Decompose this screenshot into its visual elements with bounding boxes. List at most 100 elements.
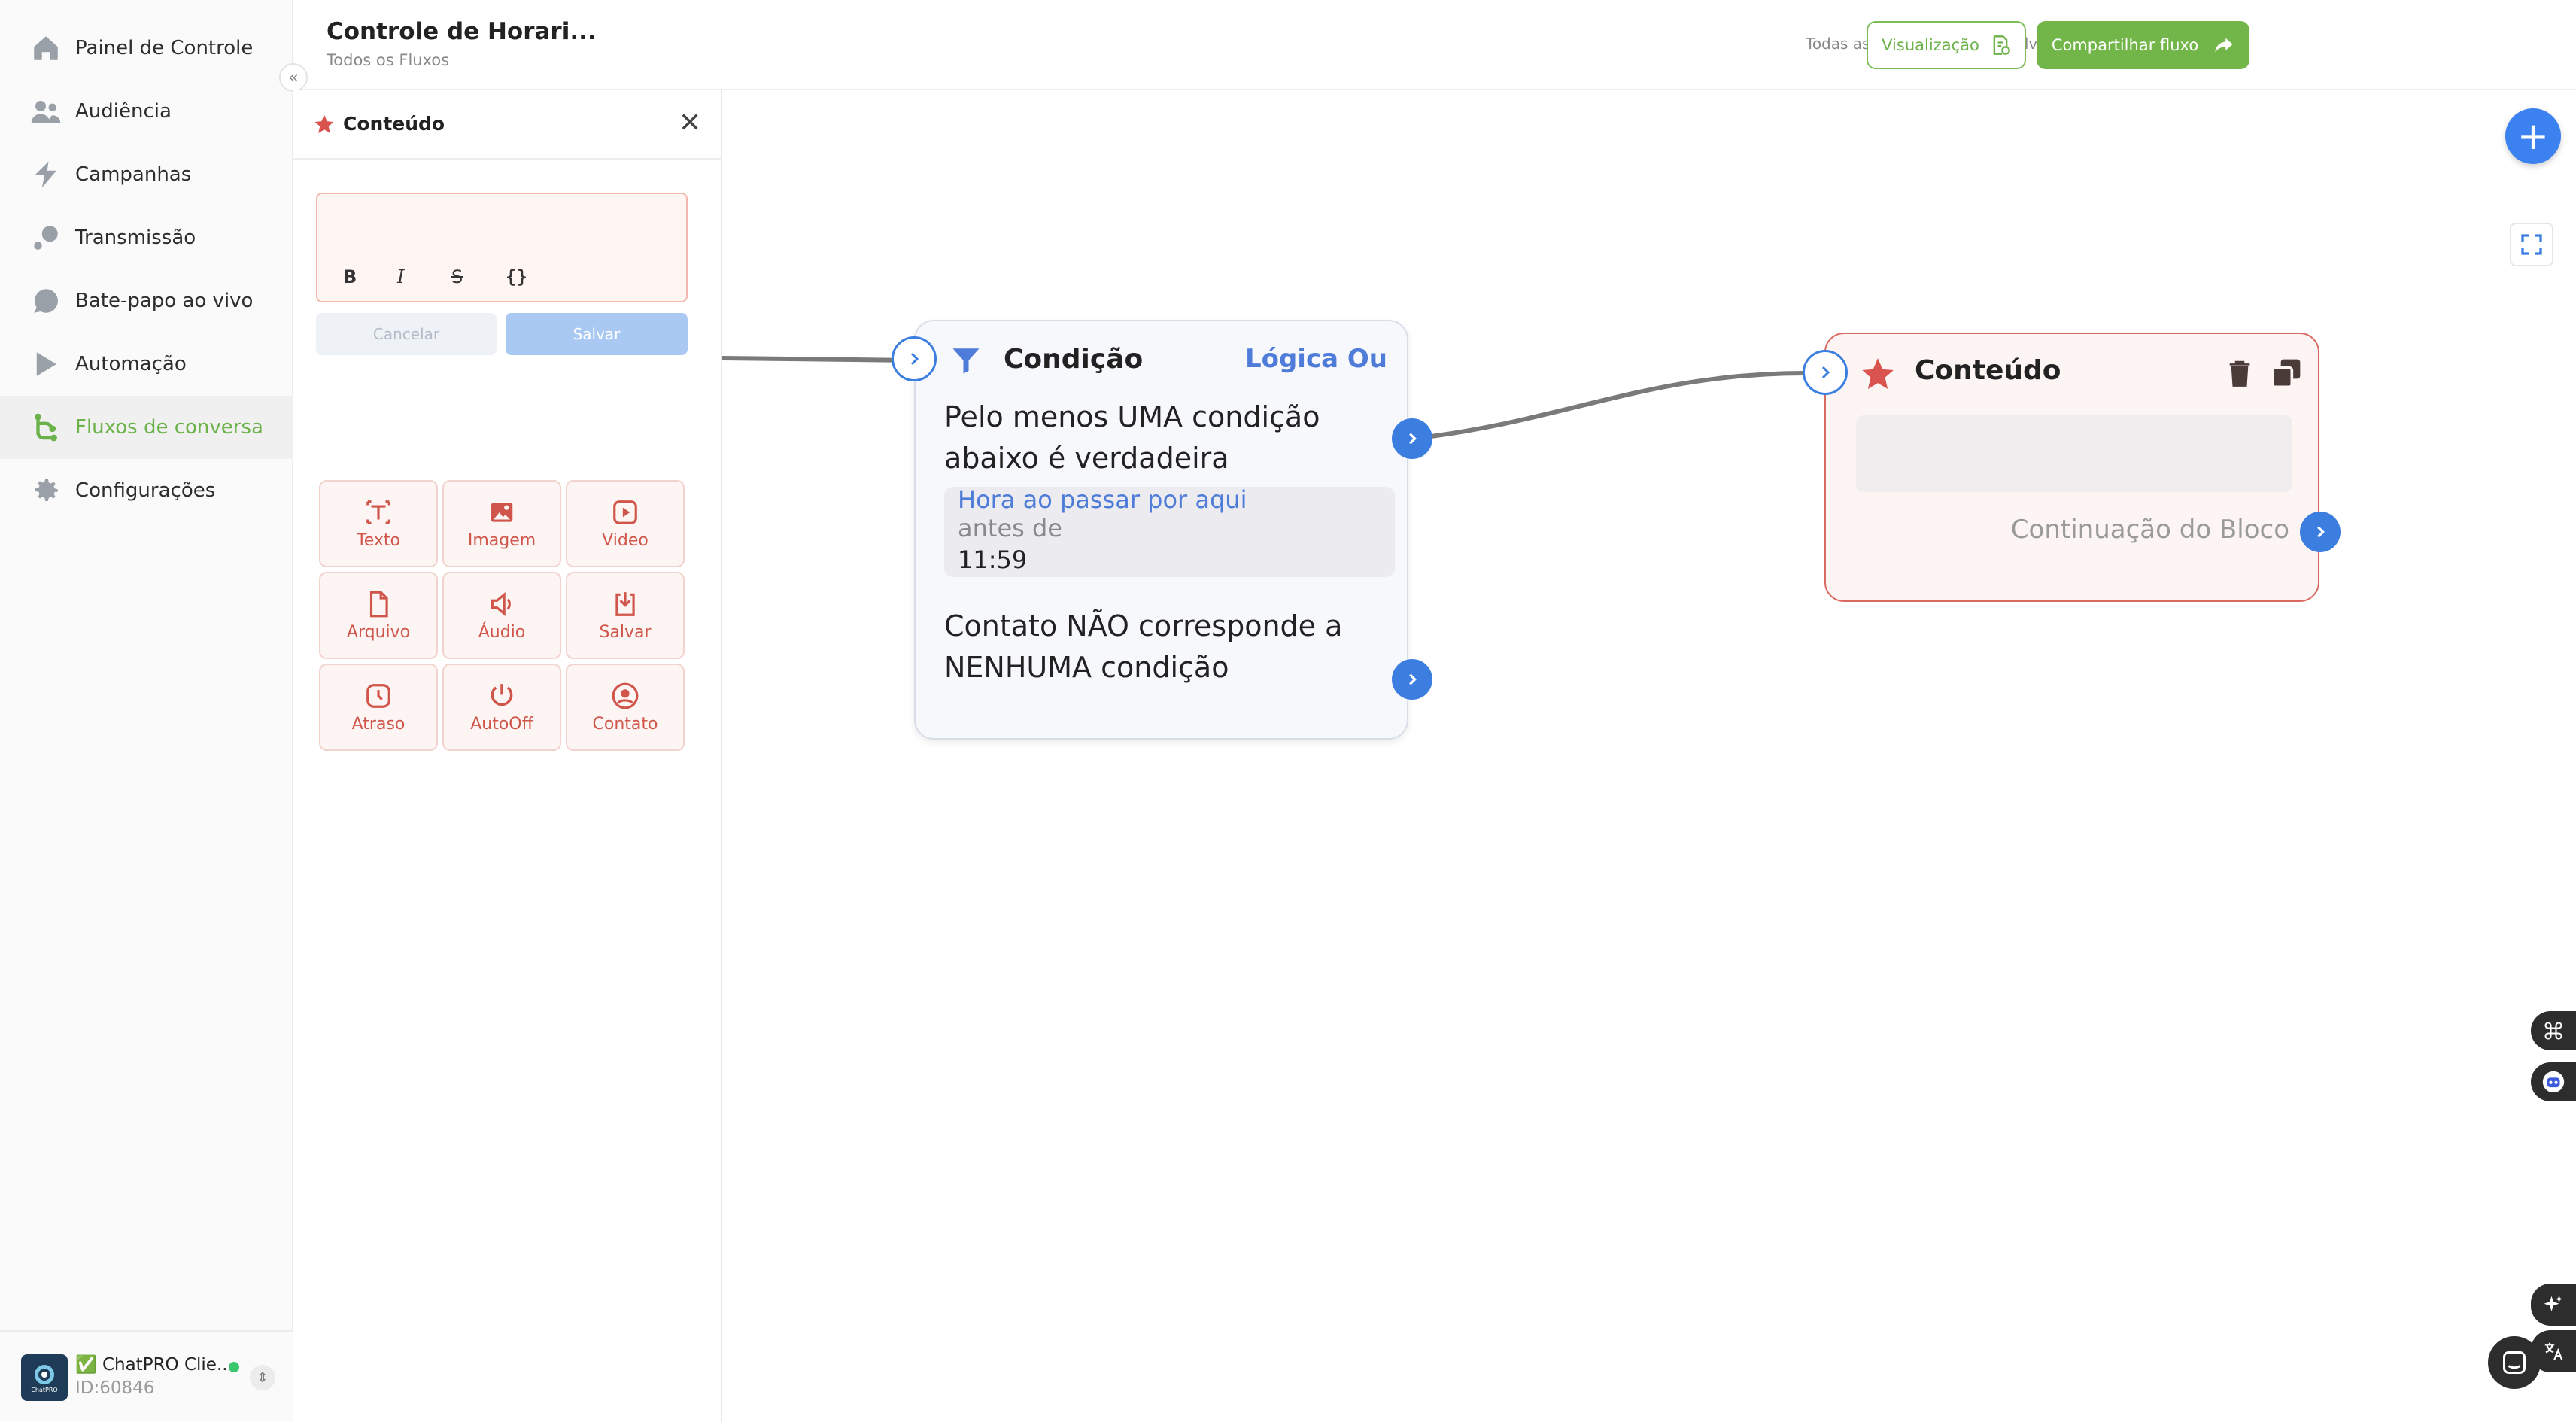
condition-rule-text: Pelo menos UMA condição abaixo é verdade… xyxy=(944,400,1320,475)
condition-value: 11:59 xyxy=(958,545,1028,574)
sidebar-item-label: Fluxos de conversa xyxy=(75,416,263,439)
condition-operator: antes de xyxy=(958,514,1062,542)
italic-button[interactable]: I xyxy=(397,266,404,287)
variable-button[interactable]: {} xyxy=(506,266,527,287)
duplicate-icon[interactable] xyxy=(2270,357,2303,390)
content-input-port[interactable] xyxy=(1803,350,1848,395)
translate-icon xyxy=(2544,1342,2563,1360)
share-flow-button[interactable]: Compartilhar fluxo xyxy=(2037,21,2249,69)
collapse-sidebar-button[interactable]: « xyxy=(279,63,308,92)
account-name: ✅ ChatPRO Clie... xyxy=(75,1355,233,1375)
star-icon xyxy=(1862,358,1894,389)
flow-icon xyxy=(35,413,57,442)
sidebar: Painel de Controle Audiência Campanhas T… xyxy=(0,0,293,1422)
condition-node[interactable]: Condição Lógica Ou Pelo menos UMA condiç… xyxy=(914,320,1408,740)
sidebar-item-dashboard[interactable]: Painel de Controle xyxy=(0,17,293,80)
condition-else-output-port[interactable] xyxy=(1392,659,1432,700)
chevron-right-icon xyxy=(1821,366,1830,379)
add-delay-tile[interactable]: Atraso xyxy=(319,664,438,751)
add-autooff-tile[interactable]: AutoOff xyxy=(442,664,561,751)
sidebar-item-label: Automação xyxy=(75,353,187,375)
chevron-right-icon xyxy=(1409,433,1417,445)
flow-canvas[interactable]: Condição Lógica Ou Pelo menos UMA condiç… xyxy=(722,90,2576,1422)
sidebar-item-flows[interactable]: Fluxos de conversa xyxy=(0,396,293,459)
tile-label: Video xyxy=(602,530,649,550)
share-icon xyxy=(2215,38,2233,53)
logic-toggle[interactable]: Lógica Ou xyxy=(1245,344,1387,374)
add-audio-tile[interactable]: Áudio xyxy=(442,572,561,659)
strikethrough-button[interactable]: S xyxy=(451,266,463,287)
shortcut-button[interactable] xyxy=(2531,1011,2576,1050)
breadcrumb-all-flows[interactable]: Todos os Fluxos xyxy=(327,51,449,69)
flow-title[interactable]: Controle de Horari... xyxy=(327,18,597,45)
add-contact-tile[interactable]: Contato xyxy=(566,664,685,751)
condition-field: Hora ao passar por aqui xyxy=(958,485,1247,514)
tile-label: Áudio xyxy=(478,622,526,642)
gear-icon xyxy=(35,479,58,501)
condition-node-title: Condição xyxy=(1004,344,1144,375)
save-button[interactable]: Salvar xyxy=(506,313,688,355)
online-status-dot xyxy=(229,1362,239,1372)
condition-true-output-port[interactable] xyxy=(1392,418,1432,459)
chevron-right-icon xyxy=(1409,673,1417,685)
tile-label: Imagem xyxy=(467,530,536,550)
top-bar: Controle de Horari... Todos os Fluxos To… xyxy=(293,0,2576,90)
add-text-tile[interactable]: Texto xyxy=(319,480,438,567)
preview-button[interactable]: Visualização xyxy=(1867,21,2026,69)
sidebar-item-broadcast[interactable]: Transmissão xyxy=(0,206,293,269)
tile-label: Contato xyxy=(592,714,658,734)
panel-header: Conteúdo ✕ xyxy=(293,90,722,160)
condition-item[interactable]: Hora ao passar por aqui antes de 11:59 xyxy=(944,485,1395,577)
sidebar-item-audience[interactable]: Audiência xyxy=(0,80,293,143)
message-editor[interactable]: B I S {} xyxy=(316,193,688,302)
content-node[interactable]: Conteúdo Continuação do Bloco xyxy=(1824,333,2319,602)
fit-view-button[interactable] xyxy=(2510,223,2553,266)
image-icon xyxy=(491,502,513,522)
content-preview[interactable] xyxy=(1856,415,2292,492)
account-logo-text: ChatPRO xyxy=(31,1387,57,1393)
sidebar-item-campaigns[interactable]: Campanhas xyxy=(0,143,293,206)
sidebar-item-label: Configurações xyxy=(75,479,216,502)
add-image-tile[interactable]: Imagem xyxy=(442,480,561,567)
bold-button[interactable]: B xyxy=(343,266,357,287)
sidebar-item-live-chat[interactable]: Bate-papo ao vivo xyxy=(0,269,293,333)
account-id: ID:60846 xyxy=(75,1378,155,1398)
sidebar-item-automation[interactable]: Automação xyxy=(0,333,293,396)
sidebar-item-label: Campanhas xyxy=(75,163,192,186)
content-output-port[interactable] xyxy=(2300,512,2341,552)
tile-label: Arquivo xyxy=(346,622,411,642)
sidebar-item-label: Transmissão xyxy=(75,226,196,249)
video-icon xyxy=(613,500,637,524)
add-video-tile[interactable]: Video xyxy=(566,480,685,567)
add-file-tile[interactable]: Arquivo xyxy=(319,572,438,659)
download-icon xyxy=(615,591,635,616)
sidebar-item-label: Audiência xyxy=(75,100,172,123)
trash-icon[interactable] xyxy=(2225,357,2255,390)
assistant-button[interactable] xyxy=(2531,1062,2576,1101)
chevron-right-icon xyxy=(2317,526,2325,538)
account-avatar: ChatPRO xyxy=(21,1354,68,1401)
content-editor-panel: Conteúdo ✕ B I S {} Cancelar Salvar Text… xyxy=(293,90,722,1422)
ai-sparkle-button[interactable] xyxy=(2531,1284,2576,1326)
chevron-right-icon xyxy=(910,352,919,366)
block-continuation-label: Continuação do Bloco xyxy=(2010,515,2289,545)
add-save-tile[interactable]: Salvar xyxy=(566,572,685,659)
account-switcher[interactable]: ChatPRO ✅ ChatPRO Clie... ID:60846 ⇕ xyxy=(0,1330,293,1422)
account-switch-icon[interactable]: ⇕ xyxy=(250,1365,275,1390)
add-block-button[interactable]: + xyxy=(2505,108,2561,164)
tile-label: AutoOff xyxy=(470,714,533,734)
tile-label: Salvar xyxy=(599,622,652,642)
sidebar-item-settings[interactable]: Configurações xyxy=(0,459,293,522)
home-icon xyxy=(34,36,58,60)
power-icon xyxy=(491,683,513,706)
close-icon[interactable]: ✕ xyxy=(679,110,701,137)
condition-input-port[interactable] xyxy=(892,336,937,381)
text-icon xyxy=(366,500,390,524)
support-chat-button[interactable] xyxy=(2488,1336,2541,1389)
audio-icon xyxy=(491,591,511,616)
filter-icon xyxy=(952,348,980,374)
condition-to-content-connector xyxy=(1412,371,1806,441)
chat-icon xyxy=(34,289,58,313)
condition-else-text: Contato NÃO corresponde a NENHUMA condiç… xyxy=(944,609,1343,684)
cancel-button[interactable]: Cancelar xyxy=(316,313,497,355)
